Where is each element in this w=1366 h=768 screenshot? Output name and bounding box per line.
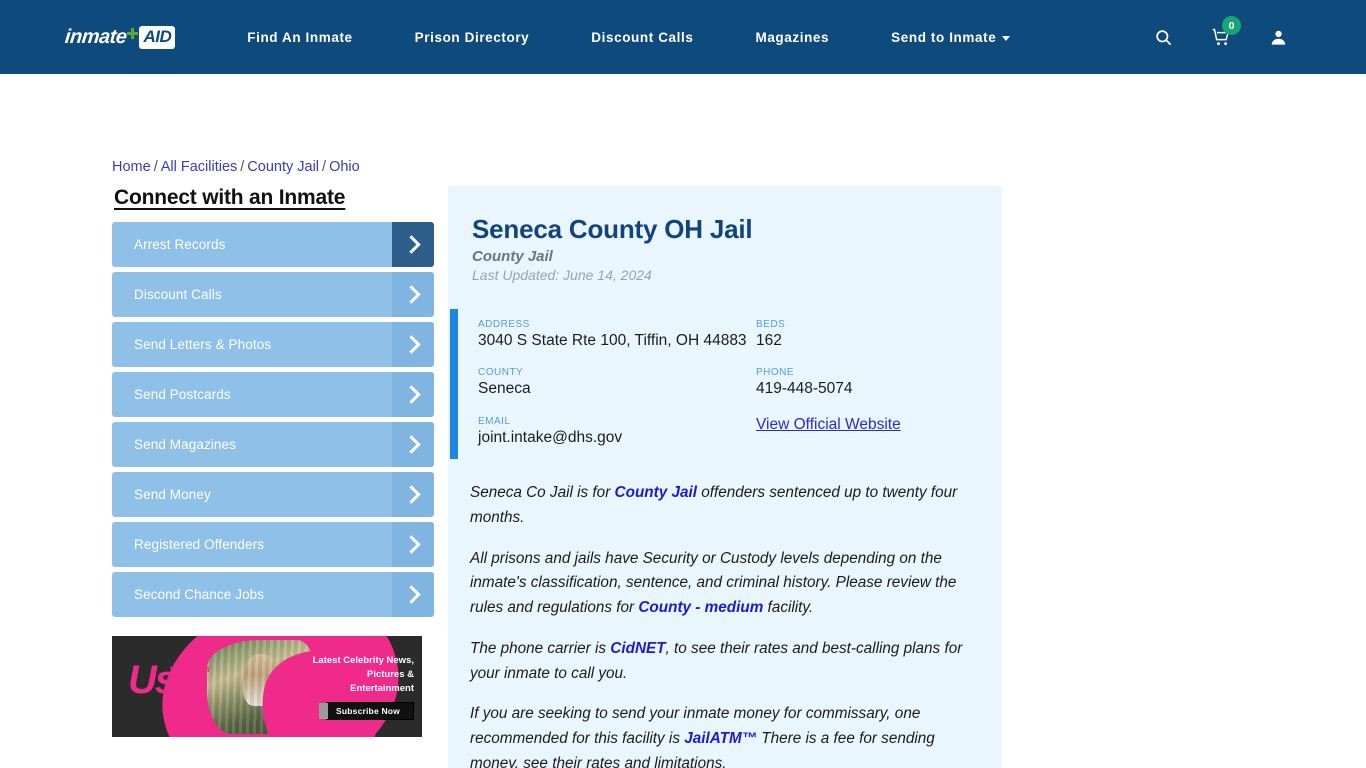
chevron-right-icon xyxy=(392,572,434,617)
logo-aid-badge: AID xyxy=(139,25,176,49)
chevron-right-icon xyxy=(392,472,434,517)
sidebar-item-second-chance-jobs[interactable]: Second Chance Jobs xyxy=(112,572,434,617)
nav-find-an-inmate[interactable]: Find An Inmate xyxy=(247,30,352,45)
ad-brand-logo: Us xyxy=(128,658,177,702)
ad-subscribe-button[interactable]: Subscribe Now xyxy=(318,702,414,720)
site-logo[interactable]: inmate AID xyxy=(63,24,176,50)
sidebar-item-arrest-records[interactable]: Arrest Records xyxy=(112,222,434,267)
nav-prison-directory[interactable]: Prison Directory xyxy=(415,30,530,45)
sidebar-item-label: Send Magazines xyxy=(134,437,236,452)
breadcrumb-separator: / xyxy=(240,159,245,175)
chevron-right-icon xyxy=(392,522,434,567)
description-paragraph: All prisons and jails have Security or C… xyxy=(470,549,957,617)
sidebar-item-label: Registered Offenders xyxy=(134,537,265,552)
info-label: EMAIL xyxy=(478,415,511,427)
sidebar-item-label: Discount Calls xyxy=(134,287,222,302)
green-cross-icon xyxy=(127,27,139,39)
ad-copy-text: Latest Celebrity News, Pictures & Entert… xyxy=(312,655,414,694)
chevron-right-icon xyxy=(392,222,434,267)
facility-type: County Jail xyxy=(472,248,553,265)
nav-send-to-inmate[interactable]: Send to Inmate xyxy=(891,29,1011,45)
info-field-beds: BEDS 162 xyxy=(756,319,978,350)
breadcrumb-item-home[interactable]: Home xyxy=(112,159,151,175)
page-title: Seneca County OH Jail xyxy=(472,214,753,244)
sidebar-item-send-money[interactable]: Send Money xyxy=(112,472,434,517)
info-field-phone: PHONE 419-448-5074 xyxy=(756,367,978,398)
info-label: PHONE xyxy=(756,367,795,379)
nav-magazines[interactable]: Magazines xyxy=(755,30,829,45)
nav-send-to-inmate-label: Send to Inmate xyxy=(891,29,997,45)
info-value: 162 xyxy=(756,332,782,349)
info-label: BEDS xyxy=(756,319,786,330)
breadcrumb-item-ohio[interactable]: Ohio xyxy=(329,159,360,175)
info-field-email: EMAIL joint.intake@dhs.gov xyxy=(478,416,756,447)
info-value: 419-448-5074 xyxy=(756,380,853,398)
info-label: COUNTY xyxy=(478,367,524,379)
sidebar-item-discount-calls[interactable]: Discount Calls xyxy=(112,272,434,317)
breadcrumb-item-all-facilities[interactable]: All Facilities xyxy=(161,159,238,175)
description-paragraph: Seneca Co Jail is for County Jail offend… xyxy=(470,484,958,526)
info-value: 3040 S State Rte 100, Tiffin, OH 44883 xyxy=(478,332,747,349)
chevron-right-icon xyxy=(392,272,434,317)
official-website-wrap: View Official Website xyxy=(756,416,978,447)
breadcrumb-separator: / xyxy=(322,159,327,175)
logo-word: inmate xyxy=(63,25,128,48)
info-value: joint.intake@dhs.gov xyxy=(478,428,623,446)
user-account-icon[interactable] xyxy=(1269,28,1288,47)
sidebar-item-label: Send Money xyxy=(134,487,211,502)
description-paragraph: If you are seeking to send your inmate m… xyxy=(470,705,935,768)
sidebar-item-send-postcards[interactable]: Send Postcards xyxy=(112,372,434,417)
sidebar-item-label: Send Postcards xyxy=(134,387,231,402)
facility-info-block: ADDRESS 3040 S State Rte 100, Tiffin, OH… xyxy=(448,309,1002,460)
chevron-right-icon xyxy=(392,322,434,367)
nav-icon-group: 0 xyxy=(1154,0,1288,74)
search-icon[interactable] xyxy=(1154,28,1173,47)
shopping-cart-icon[interactable]: 0 xyxy=(1211,16,1241,47)
sidebar-item-send-letters-photos[interactable]: Send Letters & Photos xyxy=(112,322,434,367)
info-label: ADDRESS xyxy=(478,319,530,330)
info-field-address: ADDRESS 3040 S State Rte 100, Tiffin, OH… xyxy=(478,319,756,350)
ad-brand-suffix: WEEKLY xyxy=(170,665,213,674)
page-body: Home / All Facilities / County Jail / Ohio Con… xyxy=(0,74,1366,768)
chevron-down-icon xyxy=(1002,35,1011,41)
view-official-website-link[interactable]: View Official Website xyxy=(756,416,901,433)
info-value: Seneca xyxy=(478,380,531,398)
sidebar-item-label: Second Chance Jobs xyxy=(134,587,265,602)
info-field-county: COUNTY Seneca xyxy=(478,367,756,398)
breadcrumb: Home / All Facilities / County Jail / Ohio xyxy=(112,159,360,175)
sidebar-item-label: Arrest Records xyxy=(134,237,226,252)
top-navigation-bar: inmate AID Find An Inmate Prison Directo… xyxy=(0,0,1366,74)
sidebar-item-send-magazines[interactable]: Send Magazines xyxy=(112,422,434,467)
sidebar-title: Connect with an Inmate xyxy=(114,186,346,209)
breadcrumb-separator: / xyxy=(153,159,158,175)
facility-last-updated: Last Updated: June 14, 2024 xyxy=(472,267,652,283)
sidebar: Connect with an Inmate Arrest Records Di… xyxy=(112,186,434,737)
facility-panel: Seneca County OH Jail County Jail Last U… xyxy=(448,186,1002,768)
sidebar-item-label: Send Letters & Photos xyxy=(134,337,272,352)
breadcrumb-item-county-jail[interactable]: County Jail xyxy=(247,159,319,175)
chevron-right-icon xyxy=(392,372,434,417)
sidebar-item-registered-offenders[interactable]: Registered Offenders xyxy=(112,522,434,567)
nav-discount-calls[interactable]: Discount Calls xyxy=(591,30,693,45)
description-paragraph: The phone carrier is CidNET, to see thei… xyxy=(470,639,963,682)
cart-count-badge: 0 xyxy=(1222,16,1241,35)
facility-description: Seneca Co Jail is for County Jail offend… xyxy=(470,481,980,768)
chevron-right-icon xyxy=(392,422,434,467)
nav-links: Find An Inmate Prison Directory Discount… xyxy=(247,30,1072,45)
advertisement-banner[interactable]: Us WEEKLY Latest Celebrity News, Picture… xyxy=(112,636,422,737)
